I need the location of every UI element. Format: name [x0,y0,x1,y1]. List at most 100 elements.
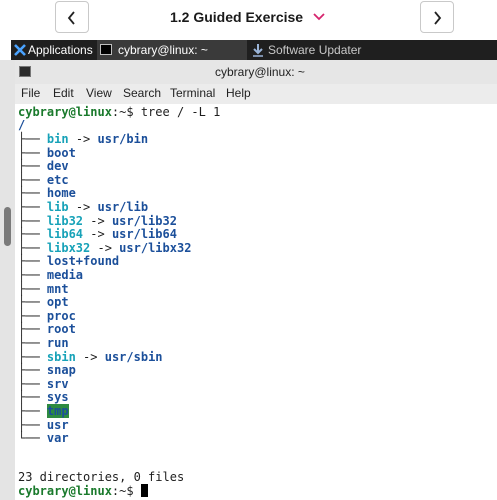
taskbar-item-label: Software Updater [268,43,362,57]
tree-branch: ├── [18,200,47,214]
tree-branch: ├── [18,295,47,310]
tree-branch: ├── [18,213,47,228]
menu-search[interactable]: Search [123,86,161,100]
scrollbar-thumb[interactable] [4,207,11,246]
terminal-icon [19,66,31,77]
entry-name: snap [46,363,76,378]
tree-entry: ├── proc [18,309,76,323]
tree-root-line: / [18,118,25,132]
tree-branch: ├── [18,281,47,296]
summary-line: 23 directories, 0 files [18,470,185,484]
entry-name: bin [46,132,69,146]
tree-branch: ├── [18,308,47,323]
tree-entry: ├── opt [18,295,69,309]
menu-file[interactable]: File [21,86,40,100]
entry-name: dev [46,159,69,174]
tree-branch: ├── [18,417,47,432]
prompt-suffix: :~$ [111,484,141,498]
entry-name: media [46,268,84,282]
symlink-arrow: -> [75,349,105,364]
symlink-target: usr/lib32 [111,213,177,228]
tree-entry: ├── srv [18,377,69,391]
menu-edit[interactable]: Edit [53,86,74,100]
entry-name: var [46,431,69,446]
tree-branch: ├── [18,363,47,378]
desktop-panel: Applications cybrary@linux: ~ Software U… [11,40,497,60]
tree-entry: ├── dev [18,159,69,173]
tree-entry: ├── sys [18,390,69,404]
chevron-right-icon [434,11,442,25]
tree-branch: ├── [18,227,47,242]
tree-branch: ├── [18,376,47,391]
symlink-target: usr/lib [97,200,149,214]
taskbar-item-label: cybrary@linux: ~ [118,43,208,57]
tree-branch: ├── [18,172,47,187]
entry-name: boot [46,145,76,160]
tree-entry: ├── lost+found [18,254,119,268]
prompt-user: cybrary@linux [18,484,112,498]
tree-branch: ├── [18,268,47,282]
menu-bar: File Edit View Search Terminal Help [15,84,497,104]
entry-name: lib32 [46,213,84,228]
command-text: tree / -L 1 [140,105,221,119]
tree-entry: ├── root [18,322,76,336]
tree-entry: └── var [18,431,69,445]
menu-terminal[interactable]: Terminal [170,86,215,100]
prompt-user: cybrary@linux [18,105,112,119]
entry-name: home [46,186,76,201]
tree-branch: ├── [18,159,47,174]
tree-branch: └── [18,431,47,446]
entry-name: sbin [46,349,76,364]
entry-name: etc [46,172,69,187]
xfce-logo-icon [14,44,26,56]
tree-branch: ├── [18,322,47,337]
tree-branch: ├── [18,404,47,418]
prompt-line: cybrary@linux:~$ [18,484,148,498]
lesson-title[interactable]: 1.2 Guided Exercise [170,9,303,25]
download-icon [253,44,263,57]
menu-view[interactable]: View [86,86,112,100]
menu-help[interactable]: Help [226,86,251,100]
entry-name: opt [46,295,69,310]
symlink-target: usr/libx32 [119,240,192,255]
entry-name: libx32 [46,240,91,255]
previous-button[interactable] [55,1,89,33]
tree-entry: ├── lib64 -> usr/lib64 [18,227,177,241]
page-scroll-area [0,60,15,500]
symlink-arrow: -> [90,240,120,255]
tree-entry: ├── snap [18,363,76,377]
entry-name: srv [46,376,69,391]
tree-branch: ├── [18,132,47,146]
text-cursor [140,484,148,497]
tree-branch: ├── [18,240,47,255]
tree-entry: ├── run [18,336,69,350]
applications-label: Applications [28,43,93,57]
window-title: cybrary@linux: ~ [215,65,305,79]
terminal-output[interactable]: cybrary@linux:~$ tree / -L 1 / ├── bin -… [15,104,497,500]
tree-entry: ├── libx32 -> usr/libx32 [18,241,191,255]
entry-name: tmp [46,404,69,418]
tree-entry: ├── bin -> usr/bin [18,132,148,146]
entry-name: run [46,336,69,350]
window-titlebar[interactable]: cybrary@linux: ~ [15,60,497,85]
taskbar-item-software-updater[interactable]: Software Updater [247,40,437,60]
command-line: cybrary@linux:~$ tree / -L 1 [18,105,220,119]
symlink-arrow: -> [68,132,98,146]
entry-name: lost+found [46,254,120,269]
next-button[interactable] [420,1,454,33]
tree-branch: ├── [18,390,47,405]
tree-root: / [18,118,26,132]
chevron-down-icon[interactable] [313,13,325,21]
symlink-arrow: -> [83,227,112,242]
tree-branch: ├── [18,254,47,269]
tree-entry: ├── lib32 -> usr/lib32 [18,214,177,228]
lesson-navigation: 1.2 Guided Exercise [0,0,497,40]
tree-entry: ├── etc [18,173,69,187]
tree-entry: ├── boot [18,146,76,160]
tree-entry: ├── lib -> usr/lib [18,200,148,214]
terminal-window: cybrary@linux: ~ File Edit View Search T… [15,60,497,500]
tree-entry: ├── mnt [18,282,69,296]
taskbar-item-terminal[interactable]: cybrary@linux: ~ [97,40,247,60]
tree-branch: ├── [18,145,47,160]
prompt-suffix: :~$ [111,105,141,119]
